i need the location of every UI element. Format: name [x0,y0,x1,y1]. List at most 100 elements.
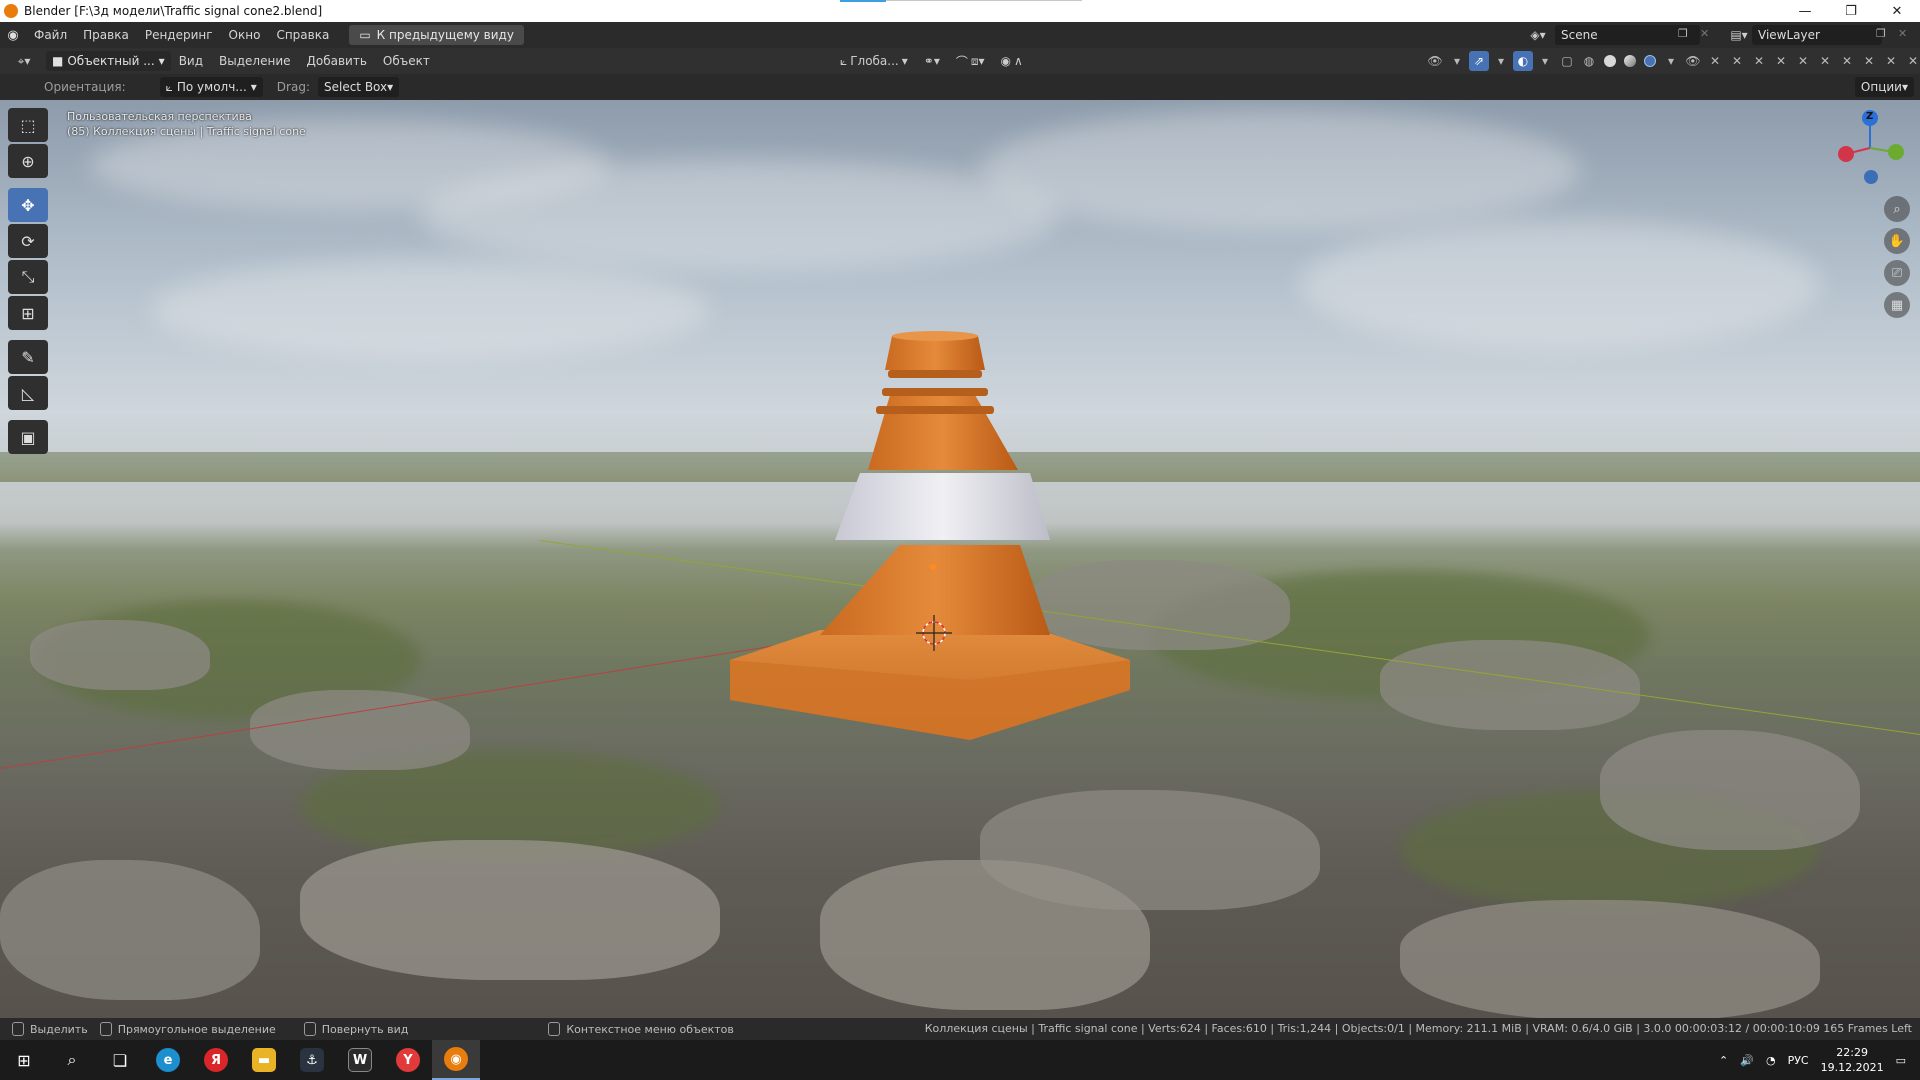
taskbar-app-edge[interactable]: e [144,1040,192,1080]
delete-scene-icon[interactable]: ✕ [1700,27,1709,40]
chevron-down-icon[interactable]: ▾ [1447,51,1467,71]
selectable-icon[interactable]: ✕ [1837,51,1857,71]
solid-shading-icon[interactable] [1604,55,1616,67]
taskbar-app-tanks[interactable]: W [336,1040,384,1080]
delete-view-layer-icon[interactable]: ✕ [1898,27,1907,40]
volume-icon[interactable]: 🔊 [1740,1054,1754,1067]
annotate-tool[interactable]: ✎ [8,340,48,374]
neg-z-axis-ball[interactable] [1864,170,1878,184]
gizmo-toggle-icon[interactable]: ⇗ [1469,51,1489,71]
drag-label: Drag: [276,80,310,94]
visibility-icon[interactable]: 👁 [1425,51,1445,71]
new-view-layer-icon[interactable]: ❐ [1876,27,1886,40]
y-axis-ball[interactable] [1888,144,1904,160]
tool-separator [8,180,48,186]
selectable-icon[interactable]: ✕ [1771,51,1791,71]
taskbar-app-explorer[interactable]: ▬ [240,1040,288,1080]
scene-icon[interactable]: ◈▾ [1525,25,1551,45]
windows-start-icon[interactable]: ⊞ [0,1040,48,1080]
mouse-right-icon [548,1022,561,1036]
chevron-down-icon[interactable]: ▾ [1491,51,1511,71]
3d-viewport[interactable]: Пользовательская перспектива (85) Коллек… [0,100,1920,1018]
input-language[interactable]: РУС [1788,1054,1809,1067]
chevron-up-icon[interactable]: ⌃ [1719,1054,1728,1067]
rendered-shading-icon[interactable] [1644,55,1656,67]
scale-tool[interactable]: ⤡ [8,260,48,294]
viewport-header: ⌖▾ ■ Объектный ... ▾ Вид Выделение Добав… [0,48,1920,74]
traffic-cone-model[interactable] [720,330,1140,750]
pan-hand-icon[interactable]: ✋ [1884,228,1910,254]
blender-logo-icon[interactable]: ◉ [0,22,26,48]
drag-dropdown[interactable]: Select Box ▾ [317,77,400,97]
new-scene-icon[interactable]: ❐ [1678,27,1688,40]
clock[interactable]: 22:29 19.12.2021 [1821,1045,1884,1075]
selectable-icon[interactable]: ✕ [1881,51,1901,71]
overlays-toggle-icon[interactable]: ◐ [1513,51,1533,71]
minimize-button[interactable]: — [1782,0,1828,22]
menu-edit[interactable]: Правка [75,22,137,48]
view-layer-selector[interactable]: ViewLayer [1752,25,1882,45]
menu-view[interactable]: Вид [171,54,211,68]
collection-info: (85) Коллекция сцены | Traffic signal co… [67,125,306,138]
close-button[interactable]: ✕ [1874,0,1920,22]
selectable-icon[interactable]: ✕ [1793,51,1813,71]
wifi-icon[interactable]: ◔ [1766,1054,1776,1067]
material-shading-icon[interactable] [1624,55,1636,67]
chevron-down-icon: ▾ [158,54,165,68]
mode-dropdown[interactable]: ■ Объектный ... ▾ [46,51,171,71]
selectable-icon[interactable]: ✕ [1727,51,1747,71]
orientation-default-label: По умолч... [176,80,247,94]
taskbar-app-warships[interactable]: ⚓ [288,1040,336,1080]
menu-render[interactable]: Рендеринг [137,22,221,48]
notifications-icon[interactable]: ▭ [1896,1054,1906,1067]
move-tool[interactable]: ✥ [8,188,48,222]
add-cube-tool[interactable]: ▣ [8,420,48,454]
selectable-icon[interactable]: ✕ [1903,51,1920,71]
measure-tool[interactable]: ◺ [8,376,48,410]
menu-add[interactable]: Добавить [299,54,375,68]
selectable-icon[interactable]: ✕ [1705,51,1725,71]
camera-view-icon[interactable]: ⎚ [1884,260,1910,286]
menu-window[interactable]: Окно [221,22,269,48]
wireframe-shading-icon[interactable]: ◍ [1579,51,1599,71]
grid-perspective-icon[interactable]: ▦ [1884,292,1910,318]
menu-object[interactable]: Объект [375,54,438,68]
snap-toggle[interactable]: ⌒ ⧈▾ [951,51,990,71]
selectable-icon[interactable]: ✕ [1859,51,1879,71]
search-icon[interactable]: ⌕ [48,1040,96,1080]
status-box-select: Прямоугольное выделение [99,1022,276,1036]
view-layer-icon[interactable]: ▤▾ [1726,25,1752,45]
cursor-tool[interactable]: ⊕ [8,144,48,178]
taskbar-app-yandex[interactable]: Я [192,1040,240,1080]
maximize-button[interactable]: ❐ [1828,0,1874,22]
chevron-down-icon[interactable]: ▾ [1661,51,1681,71]
menu-file[interactable]: Файл [26,22,75,48]
proportional-toggle[interactable]: ◉ ∧ [996,51,1028,71]
selectable-icon[interactable]: ✕ [1815,51,1835,71]
back-to-previous-button[interactable]: ▭ К предыдущему виду [349,25,524,45]
rotate-tool[interactable]: ⟳ [8,224,48,258]
task-view-icon[interactable]: ❏ [96,1040,144,1080]
xray-toggle-icon[interactable]: ▢ [1557,51,1577,71]
clock-date: 19.12.2021 [1820,1061,1884,1074]
editor-type-icon[interactable]: ⌖▾ [6,51,42,71]
menu-select[interactable]: Выделение [211,54,298,68]
x-axis-ball[interactable] [1838,146,1854,162]
status-rotate-view-label: Повернуть вид [321,1022,409,1036]
orientation-dropdown[interactable]: ⟀ Глоба... ▾ [835,51,913,71]
selectable-icon[interactable]: ✕ [1749,51,1769,71]
navigation-gizmo[interactable]: Z [1830,108,1910,188]
cloud [150,260,710,360]
options-dropdown[interactable]: Опции ▾ [1854,77,1914,97]
select-box-tool[interactable]: ⬚ [8,108,48,142]
cloud [980,110,1580,230]
pivot-dropdown[interactable]: ⚭▾ [919,51,945,71]
zoom-icon[interactable]: ⌕ [1884,196,1910,222]
chevron-down-icon[interactable]: ▾ [1535,51,1555,71]
eye-icon[interactable]: 👁 [1683,51,1703,71]
orientation-default-dropdown[interactable]: ⟀ По умолч... ▾ [159,77,263,97]
menu-help[interactable]: Справка [268,22,337,48]
taskbar-app-yandex-browser[interactable]: Y [384,1040,432,1080]
transform-tool[interactable]: ⊞ [8,296,48,330]
taskbar-app-blender[interactable]: ◉ [432,1040,480,1080]
